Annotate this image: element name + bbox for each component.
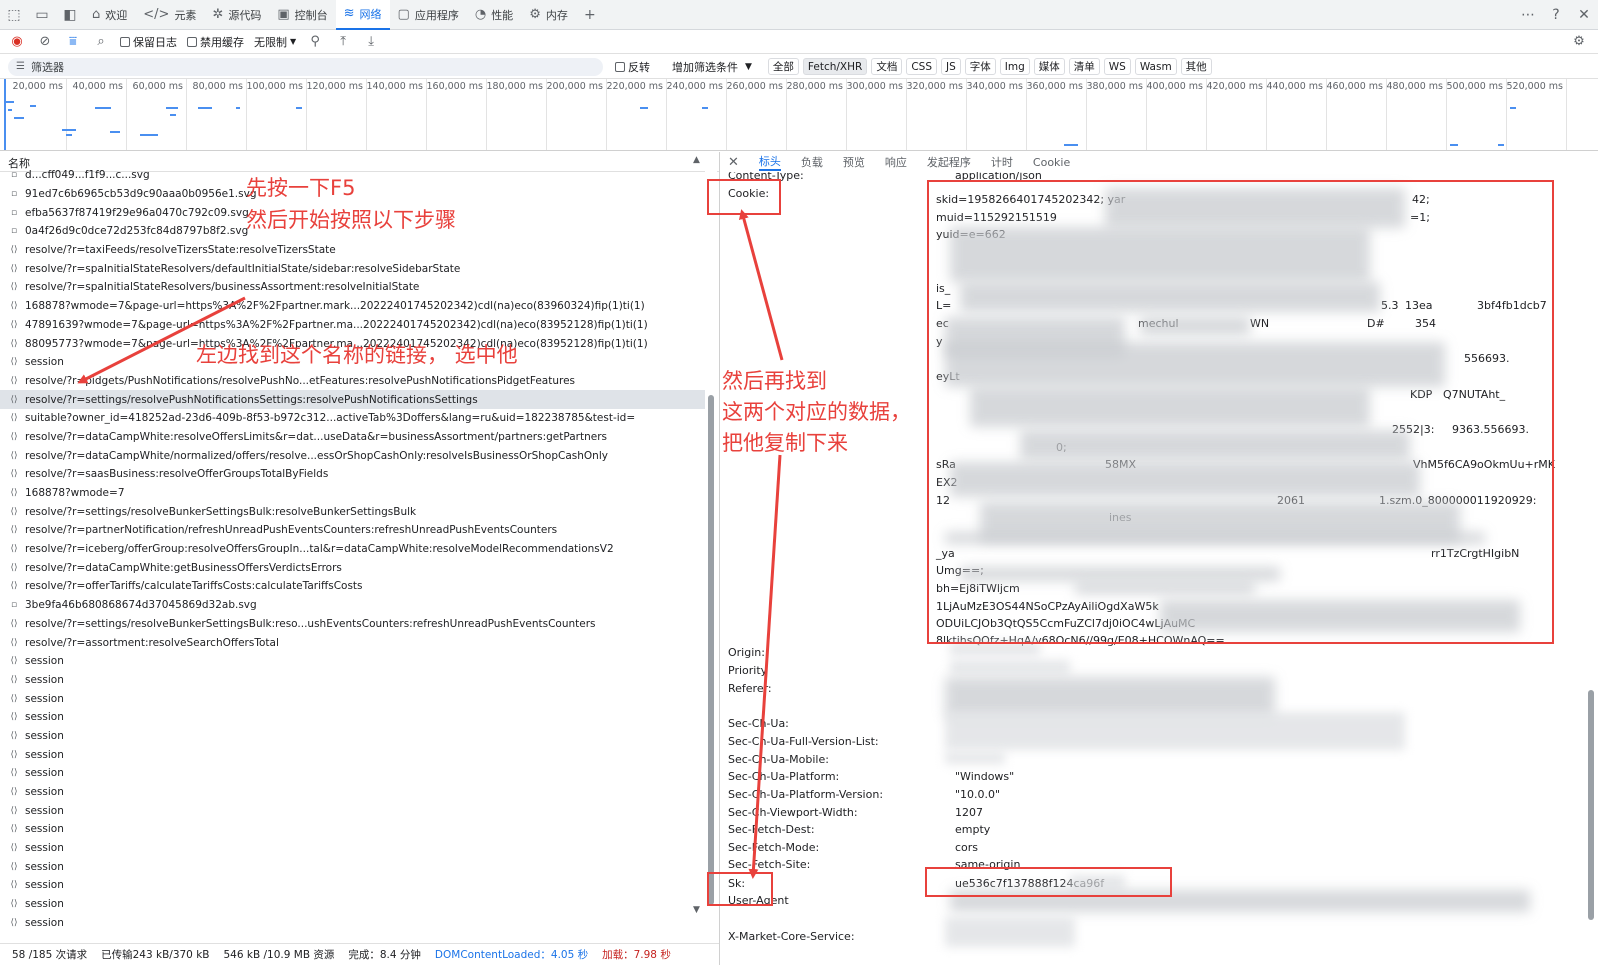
arrow-to-selected-request (77, 296, 246, 384)
arrow-to-sk (748, 454, 782, 879)
annotation-arrows (77, 209, 784, 879)
arrow-to-cookie (738, 209, 784, 361)
